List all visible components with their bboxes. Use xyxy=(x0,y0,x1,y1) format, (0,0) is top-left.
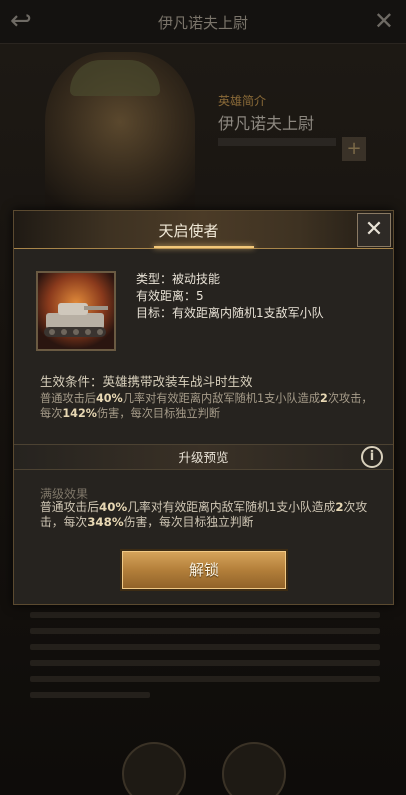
background-title: 伊凡诺夫上尉 xyxy=(157,14,248,32)
unlock-button[interactable]: 解锁 xyxy=(120,549,288,591)
tank-icon xyxy=(36,271,116,351)
upgrade-preview-bar: 升级预览 i xyxy=(14,445,393,470)
background-close-icon[interactable]: ✕ xyxy=(374,8,394,34)
skill-range: 有效距离：5 xyxy=(136,289,204,303)
skill-dialog: 天启使者 ✕ 类型：被动技能 有效距离：5 目标：有效距离内随机1支敌军小队 生… xyxy=(13,210,394,605)
max-level-description: 普通攻击后40%几率对有效距离内敌军随机1支小队造成2次攻击，每次348%伤害，… xyxy=(40,500,368,529)
background-text-line xyxy=(30,660,380,666)
plus-icon[interactable]: + xyxy=(342,137,366,161)
background-round-button[interactable] xyxy=(122,742,186,795)
upgrade-preview-label: 升级预览 xyxy=(178,450,229,465)
hero-subtitle: 英雄简介 xyxy=(218,94,267,108)
background-text-line xyxy=(30,676,380,682)
header-glow xyxy=(154,246,254,248)
hero-bar xyxy=(218,138,336,146)
dialog-title: 天启使者 xyxy=(158,222,219,240)
skill-info: 类型：被动技能 有效距离：5 目标：有效距离内随机1支敌军小队 xyxy=(136,271,324,322)
hero-cap xyxy=(70,60,160,96)
background-text-line xyxy=(30,612,380,618)
background-text-line xyxy=(30,644,380,650)
close-button[interactable]: ✕ xyxy=(357,213,391,247)
hero-name: 伊凡诺夫上尉 xyxy=(218,114,315,133)
background-text-line xyxy=(30,628,380,634)
skill-type: 类型：被动技能 xyxy=(136,272,221,286)
skill-description: 普通攻击后40%几率对有效距离内敌军随机1支小队造成2次攻击，每次142%伤害，… xyxy=(40,392,373,420)
background-text-line xyxy=(30,692,150,698)
dialog-header: 天启使者 ✕ xyxy=(14,211,393,249)
info-icon[interactable]: i xyxy=(361,446,383,468)
skill-target: 目标：有效距离内随机1支敌军小队 xyxy=(136,306,324,320)
close-icon: ✕ xyxy=(364,217,384,242)
skill-condition: 生效条件：英雄携带改装车战斗时生效 xyxy=(40,374,253,389)
background-round-button[interactable] xyxy=(222,742,286,795)
background-topbar: ↩ 伊凡诺夫上尉 ✕ xyxy=(0,0,406,44)
